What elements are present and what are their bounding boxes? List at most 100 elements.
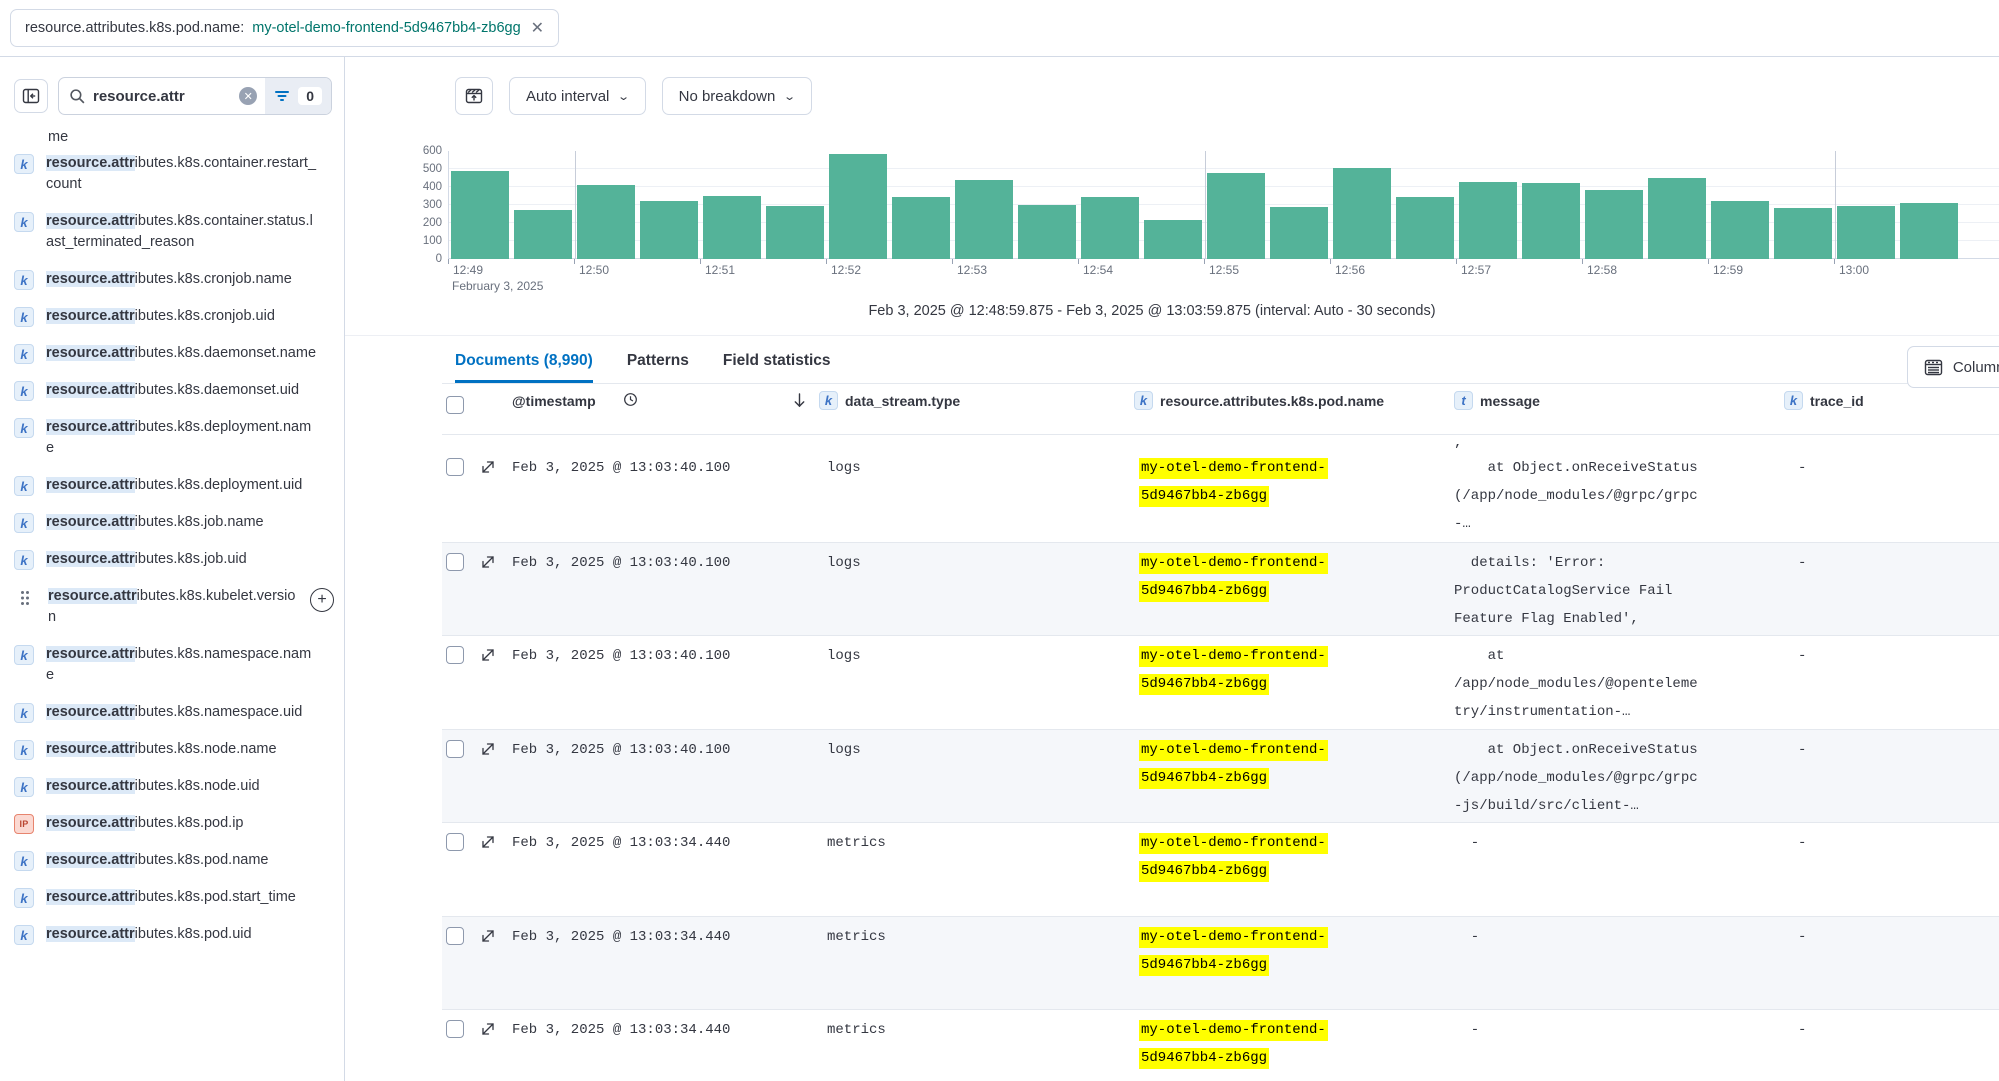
field-item[interactable]: IPresource.attributes.k8s.pod.ip bbox=[14, 805, 334, 842]
message-text: at /app/node_modules/@openteleme try/ins… bbox=[1454, 642, 1784, 726]
field-item[interactable]: kresource.attributes.k8s.job.uid bbox=[14, 541, 334, 578]
histogram-bar[interactable] bbox=[766, 206, 824, 259]
column-header--timestamp[interactable]: @timestamp bbox=[509, 392, 819, 410]
histogram-bar[interactable] bbox=[1333, 168, 1391, 259]
filter-pill[interactable]: resource.attributes.k8s.pod.name: my-ote… bbox=[10, 9, 559, 47]
histogram-bar[interactable] bbox=[829, 154, 887, 259]
add-field-button[interactable]: + bbox=[310, 588, 334, 612]
field-item[interactable]: kresource.attributes.k8s.namespace.name bbox=[14, 636, 334, 694]
histogram-bar[interactable] bbox=[1522, 183, 1580, 259]
field-item[interactable]: kresource.attributes.k8s.node.uid bbox=[14, 768, 334, 805]
cell-trace-id: - bbox=[1784, 1016, 1999, 1044]
field-item[interactable]: kresource.attributes.k8s.cronjob.uid bbox=[14, 298, 334, 335]
clear-search-icon[interactable]: ✕ bbox=[239, 87, 257, 105]
cell-pod-name: my-otel-demo-frontend-5d9467bb4-zb6gg bbox=[1134, 642, 1454, 698]
tab-patterns[interactable]: Patterns bbox=[627, 352, 689, 383]
field-search-input[interactable]: resource.attr ✕ bbox=[59, 78, 265, 114]
collapse-sidebar-button[interactable] bbox=[14, 79, 48, 113]
field-item[interactable]: kresource.attributes.k8s.namespace.uid bbox=[14, 694, 334, 731]
keyword-field-icon: k bbox=[14, 344, 34, 364]
histogram-bar[interactable] bbox=[1711, 201, 1769, 259]
field-item[interactable]: kresource.attributes.k8s.daemonset.name bbox=[14, 335, 334, 372]
row-select-checkbox[interactable] bbox=[446, 458, 464, 476]
expand-row-icon[interactable] bbox=[481, 460, 495, 474]
field-item[interactable]: resource.attributes.k8s.kubelet.version+ bbox=[14, 578, 334, 636]
histogram-bar[interactable] bbox=[1207, 173, 1265, 259]
column-header-message[interactable]: tmessage bbox=[1454, 392, 1784, 410]
histogram-bar[interactable] bbox=[1144, 220, 1202, 259]
field-item[interactable]: kresource.attributes.k8s.cronjob.name bbox=[14, 261, 334, 298]
field-item-label: resource.attributes.k8s.daemonset.uid bbox=[46, 380, 318, 401]
tab-field-statistics[interactable]: Field statistics bbox=[723, 352, 831, 383]
select-all-checkbox[interactable] bbox=[446, 396, 464, 414]
row-select-checkbox[interactable] bbox=[446, 553, 464, 571]
histogram-bar[interactable] bbox=[703, 196, 761, 259]
column-header-resource-attributes-k8s-pod-name[interactable]: kresource.attributes.k8s.pod.name bbox=[1134, 392, 1454, 410]
histogram-bar[interactable] bbox=[577, 185, 635, 259]
field-item[interactable]: kresource.attributes.k8s.deployment.uid bbox=[14, 467, 334, 504]
field-label-match: resource.attr bbox=[46, 477, 135, 493]
filter-pill-remove-icon[interactable]: ✕ bbox=[531, 18, 544, 38]
column-header-trace_id[interactable]: ktrace_id bbox=[1784, 392, 1999, 410]
field-filters-button[interactable]: 0 bbox=[265, 78, 331, 114]
histogram-bar[interactable] bbox=[1270, 207, 1328, 259]
cell-pod-name: my-otel-demo-frontend-5d9467bb4-zb6gg bbox=[1134, 923, 1454, 979]
histogram-bar[interactable] bbox=[955, 180, 1013, 259]
x-axis-tick-label: 12:56 bbox=[1335, 263, 1365, 277]
histogram-bar[interactable] bbox=[1081, 197, 1139, 259]
field-item[interactable]: kresource.attributes.k8s.job.name bbox=[14, 504, 334, 541]
columns-button[interactable]: Columns bbox=[1907, 346, 1999, 388]
field-item-label: resource.attributes.k8s.pod.uid bbox=[46, 924, 318, 945]
field-item[interactable]: kresource.attributes.k8s.pod.uid bbox=[14, 916, 334, 953]
row-select-checkbox[interactable] bbox=[446, 833, 464, 851]
expand-row-icon[interactable] bbox=[481, 929, 495, 943]
histogram-bar[interactable] bbox=[514, 210, 572, 259]
histogram-chart[interactable]: 6005004003002001000 12:4912:5012:5112:52… bbox=[403, 151, 1999, 293]
histogram-bar[interactable] bbox=[640, 201, 698, 259]
row-select-checkbox[interactable] bbox=[446, 646, 464, 664]
histogram-bar[interactable] bbox=[1459, 182, 1517, 259]
sort-descending-icon[interactable] bbox=[792, 392, 807, 409]
field-search: resource.attr ✕ 0 bbox=[58, 77, 332, 115]
pod-name-line: my-otel-demo-frontend- bbox=[1139, 829, 1454, 857]
breakdown-select[interactable]: No breakdown ⌄ bbox=[662, 77, 812, 115]
field-item[interactable]: kresource.attributes.k8s.deployment.name bbox=[14, 409, 334, 467]
histogram-bar[interactable] bbox=[1585, 190, 1643, 259]
y-axis-tick-label: 300 bbox=[423, 199, 442, 211]
row-select-checkbox[interactable] bbox=[446, 927, 464, 945]
x-axis-tick bbox=[1330, 259, 1331, 264]
search-icon bbox=[69, 88, 86, 105]
cell-trace-id: - bbox=[1784, 549, 1999, 577]
hide-chart-button[interactable] bbox=[455, 77, 493, 115]
interval-select[interactable]: Auto interval ⌄ bbox=[509, 77, 646, 115]
histogram-bar[interactable] bbox=[451, 171, 509, 259]
field-item-label: resource.attributes.k8s.deployment.name bbox=[46, 417, 318, 459]
field-item[interactable]: kresource.attributes.k8s.pod.start_time bbox=[14, 879, 334, 916]
histogram-bar[interactable] bbox=[1774, 208, 1832, 259]
field-item[interactable]: kresource.attributes.k8s.node.name bbox=[14, 731, 334, 768]
keyword-field-icon: k bbox=[819, 391, 838, 410]
expand-row-icon[interactable] bbox=[481, 555, 495, 569]
expand-row-icon[interactable] bbox=[481, 742, 495, 756]
histogram-bar[interactable] bbox=[1900, 203, 1958, 259]
histogram-bar[interactable] bbox=[1837, 206, 1895, 259]
filter-bar: resource.attributes.k8s.pod.name: my-ote… bbox=[0, 0, 1999, 57]
histogram-bar[interactable] bbox=[1396, 197, 1454, 259]
field-item[interactable]: kresource.attributes.k8s.container.resta… bbox=[14, 145, 334, 203]
histogram-bar[interactable] bbox=[1018, 205, 1076, 259]
row-select-checkbox[interactable] bbox=[446, 1020, 464, 1038]
pod-name-line: 5d9467bb4-zb6gg bbox=[1139, 577, 1454, 605]
field-item[interactable]: kresource.attributes.k8s.container.statu… bbox=[14, 203, 334, 261]
expand-row-icon[interactable] bbox=[481, 835, 495, 849]
expand-row-icon[interactable] bbox=[481, 648, 495, 662]
expand-row-icon[interactable] bbox=[481, 1022, 495, 1036]
tab-documents[interactable]: Documents (8,990) bbox=[455, 352, 593, 383]
field-item[interactable]: kresource.attributes.k8s.daemonset.uid bbox=[14, 372, 334, 409]
row-select-checkbox[interactable] bbox=[446, 740, 464, 758]
histogram-bar[interactable] bbox=[892, 197, 950, 259]
highlighted-match: 5d9467bb4-zb6gg bbox=[1139, 768, 1269, 789]
highlighted-match: 5d9467bb4-zb6gg bbox=[1139, 674, 1269, 695]
column-header-data_stream-type[interactable]: kdata_stream.type bbox=[819, 392, 1134, 410]
histogram-bar[interactable] bbox=[1648, 178, 1706, 259]
field-item[interactable]: kresource.attributes.k8s.pod.name bbox=[14, 842, 334, 879]
